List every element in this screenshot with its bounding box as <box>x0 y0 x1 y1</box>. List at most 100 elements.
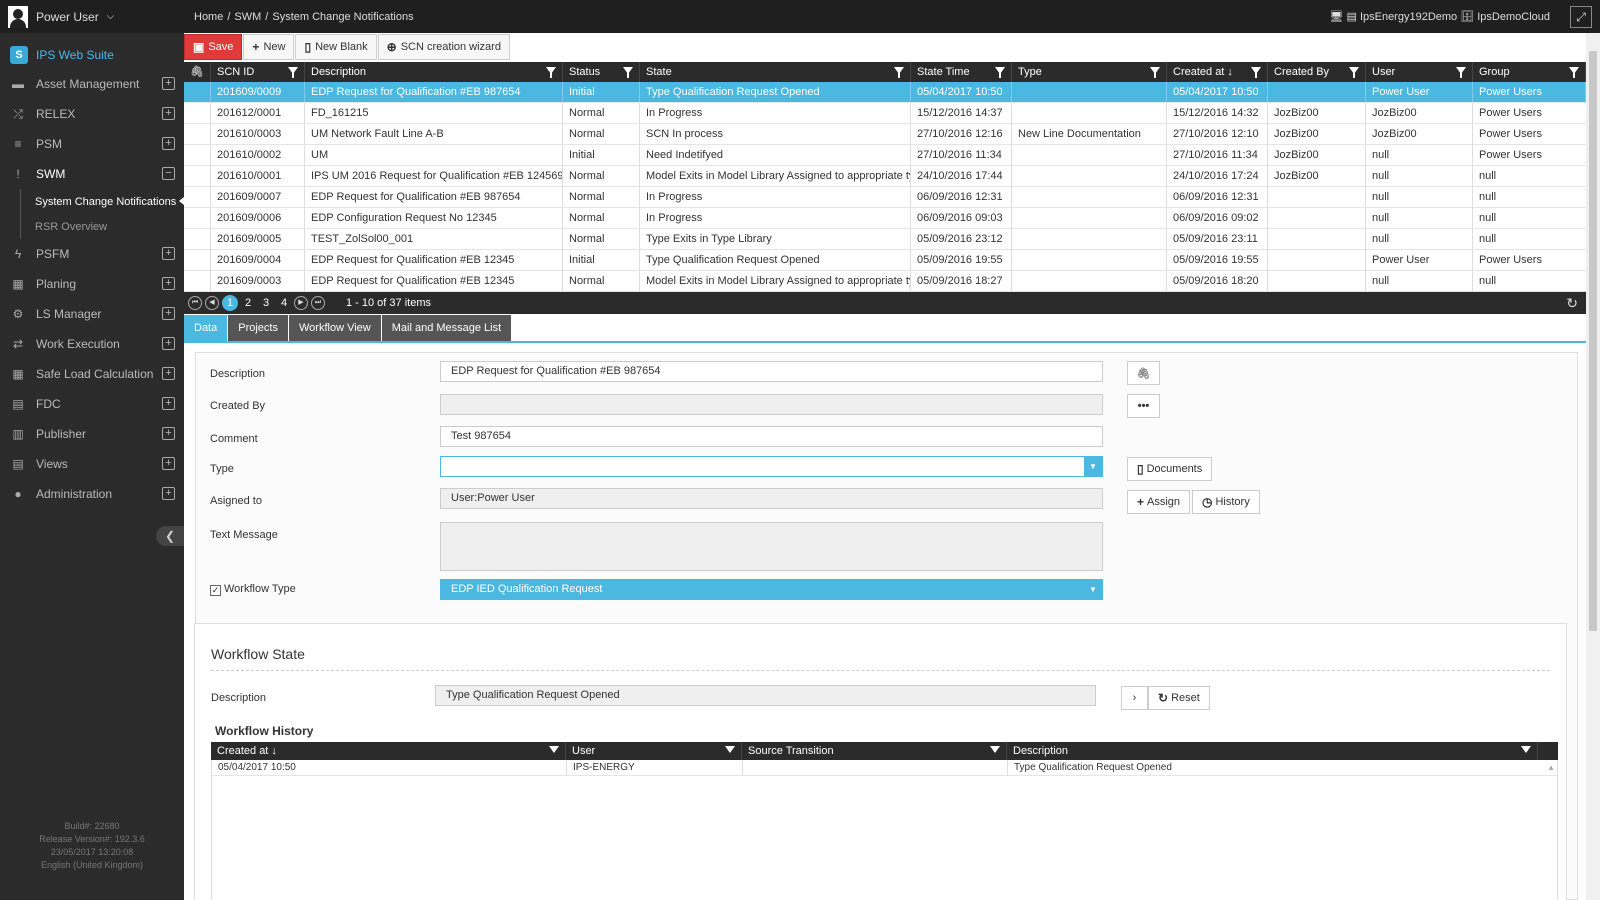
table-row[interactable]: 201612/0001 FD_161215 Normal In Progress 15/… <box>184 103 1586 124</box>
comment-input[interactable]: Test 987654 <box>440 426 1103 447</box>
sidebar-item-psfm[interactable]: ϟ PSFM + <box>0 239 184 269</box>
expand-icon[interactable]: + <box>162 107 175 120</box>
column-header[interactable]: Status <box>563 62 640 82</box>
expand-icon[interactable]: + <box>162 247 175 260</box>
filter-icon[interactable] <box>1456 67 1466 78</box>
filter-icon[interactable] <box>1521 746 1531 753</box>
sidebar-subitem-system-change-notifications[interactable]: System Change Notifications <box>20 189 184 214</box>
reset-button[interactable]: ↻ Reset <box>1148 686 1210 710</box>
column-header[interactable]: State <box>640 62 911 82</box>
brand[interactable]: S IPS Web Suite <box>0 41 184 69</box>
page-scrollbar[interactable] <box>1586 33 1600 900</box>
column-header[interactable]: Description <box>305 62 563 82</box>
sidebar-item-planing[interactable]: ▦ Planing + <box>0 269 184 299</box>
scrollbar-thumb[interactable] <box>1589 51 1597 631</box>
documents-button[interactable]: ▯ Documents <box>1127 457 1213 481</box>
save-button[interactable]: ▣ Save <box>184 34 243 60</box>
sidebar-item-safe-load-calculation[interactable]: ▦ Safe Load Calculation + <box>0 359 184 389</box>
last-page-icon[interactable]: ⏭ <box>311 296 325 310</box>
column-header[interactable]: SCN ID <box>211 62 305 82</box>
type-select[interactable]: ▼ <box>440 456 1103 477</box>
page-4[interactable]: 4 <box>276 295 292 311</box>
sidebar-item-ls-manager[interactable]: ⚙ LS Manager + <box>0 299 184 329</box>
filter-icon[interactable] <box>995 67 1005 78</box>
sidebar-item-asset-management[interactable]: ▬ Asset Management + <box>0 69 184 99</box>
table-row[interactable]: 201609/0005 TEST_ZolSol00_001 Normal Type E… <box>184 229 1586 250</box>
scn-wizard-button[interactable]: ⊕ SCN creation wizard <box>377 34 510 60</box>
filter-icon[interactable] <box>549 746 559 753</box>
attachment-button[interactable]: 🖇 <box>1127 361 1160 385</box>
tab-data[interactable]: Data <box>184 315 228 341</box>
filter-icon[interactable] <box>546 67 556 78</box>
column-header[interactable]: Created at ↓ <box>1167 62 1268 82</box>
table-row[interactable]: 201609/0003 EDP Request for Qualification… <box>184 271 1586 292</box>
column-header[interactable]: Created By <box>1268 62 1366 82</box>
new-button[interactable]: + New <box>243 34 295 60</box>
filter-icon[interactable] <box>894 67 904 78</box>
column-header[interactable]: Type <box>1012 62 1167 82</box>
table-row[interactable]: 201609/0006 EDP Configuration Request No … <box>184 208 1586 229</box>
expand-icon[interactable]: + <box>162 277 175 290</box>
filter-icon[interactable] <box>1150 67 1160 78</box>
expand-icon[interactable]: + <box>162 77 175 90</box>
filter-icon[interactable] <box>990 746 1000 753</box>
new-blank-button[interactable]: ▯ New Blank <box>295 34 377 60</box>
page-2[interactable]: 2 <box>240 295 256 311</box>
history-button[interactable]: ◷ History <box>1192 490 1260 514</box>
expand-icon[interactable]: + <box>162 427 175 440</box>
fullscreen-icon[interactable]: ⤢ <box>1570 6 1592 28</box>
description-input[interactable]: EDP Request for Qualification #EB 987654 <box>440 361 1103 382</box>
assign-button[interactable]: + Assign <box>1127 490 1191 514</box>
expand-icon[interactable]: + <box>162 487 175 500</box>
sidebar-item-psm[interactable]: ≡ PSM + <box>0 129 184 159</box>
text-message-input[interactable] <box>440 522 1103 571</box>
column-header[interactable]: Description <box>1007 742 1538 760</box>
collapse-sidebar-button[interactable]: ❮ <box>156 526 184 546</box>
refresh-icon[interactable]: ↻ <box>1566 295 1578 312</box>
table-row[interactable]: 201609/0009 EDP Request for Qualification… <box>184 82 1586 103</box>
table-row[interactable]: 201609/0007 EDP Request for Qualification… <box>184 187 1586 208</box>
filter-icon[interactable] <box>623 67 633 78</box>
expand-icon[interactable]: + <box>162 307 175 320</box>
workflow-type-checkbox[interactable]: ✓ <box>210 585 221 596</box>
caret-down-icon[interactable]: ▼ <box>1084 457 1102 476</box>
tab-workflow-view[interactable]: Workflow View <box>289 315 381 341</box>
page-1[interactable]: 1 <box>222 295 238 311</box>
filter-icon[interactable] <box>1569 67 1579 78</box>
tab-projects[interactable]: Projects <box>228 315 288 341</box>
sidebar-subitem-rsr-overview[interactable]: RSR Overview <box>20 214 184 239</box>
filter-icon[interactable] <box>1349 67 1359 78</box>
sidebar-item-administration[interactable]: ● Administration + <box>0 479 184 509</box>
column-header[interactable]: User <box>566 742 742 760</box>
sidebar-item-swm[interactable]: ! SWM − <box>0 159 184 189</box>
table-row[interactable]: 201610/0002 UM Initial Need Indetifyed 27/10… <box>184 145 1586 166</box>
column-header[interactable]: Group <box>1473 62 1586 82</box>
collapse-icon[interactable]: − <box>162 167 175 180</box>
column-header[interactable]: Created at ↓ <box>211 742 566 760</box>
sidebar-item-publisher[interactable]: ▥ Publisher + <box>0 419 184 449</box>
expand-icon[interactable]: + <box>162 137 175 150</box>
table-row[interactable]: 201610/0001 IPS UM 2016 Request for Quali… <box>184 166 1586 187</box>
filter-icon[interactable] <box>288 67 298 78</box>
next-page-icon[interactable]: ▶ <box>294 296 308 310</box>
column-header[interactable]: User <box>1366 62 1473 82</box>
table-row[interactable]: 201609/0004 EDP Request for Qualification… <box>184 250 1586 271</box>
table-row[interactable]: 201610/0003 UM Network Fault Line A-B Norm… <box>184 124 1586 145</box>
sidebar-item-work-execution[interactable]: ⇄ Work Execution + <box>0 329 184 359</box>
sidebar-item-fdc[interactable]: ▤ FDC + <box>0 389 184 419</box>
scroll-up-icon[interactable]: ▲ <box>1547 763 1555 772</box>
page-3[interactable]: 3 <box>258 295 274 311</box>
expand-icon[interactable]: + <box>162 397 175 410</box>
user-menu[interactable]: Power User ⌵ <box>0 0 184 33</box>
breadcrumb-swm[interactable]: SWM <box>234 11 261 23</box>
column-header[interactable]: State Time <box>911 62 1012 82</box>
table-row[interactable]: 05/04/2017 10:50 IPS-ENERGY Type Qualifica… <box>212 760 1557 776</box>
expand-icon[interactable]: + <box>162 457 175 470</box>
workflow-type-select[interactable]: EDP IED Qualification Request ▼ <box>440 579 1103 600</box>
breadcrumb-home[interactable]: Home <box>194 11 223 23</box>
tab-mail-and-message-list[interactable]: Mail and Message List <box>381 315 512 341</box>
prev-page-icon[interactable]: ◀ <box>205 296 219 310</box>
filter-icon[interactable] <box>1251 67 1261 78</box>
expand-icon[interactable]: + <box>162 337 175 350</box>
column-header[interactable]: Source Transition <box>742 742 1007 760</box>
